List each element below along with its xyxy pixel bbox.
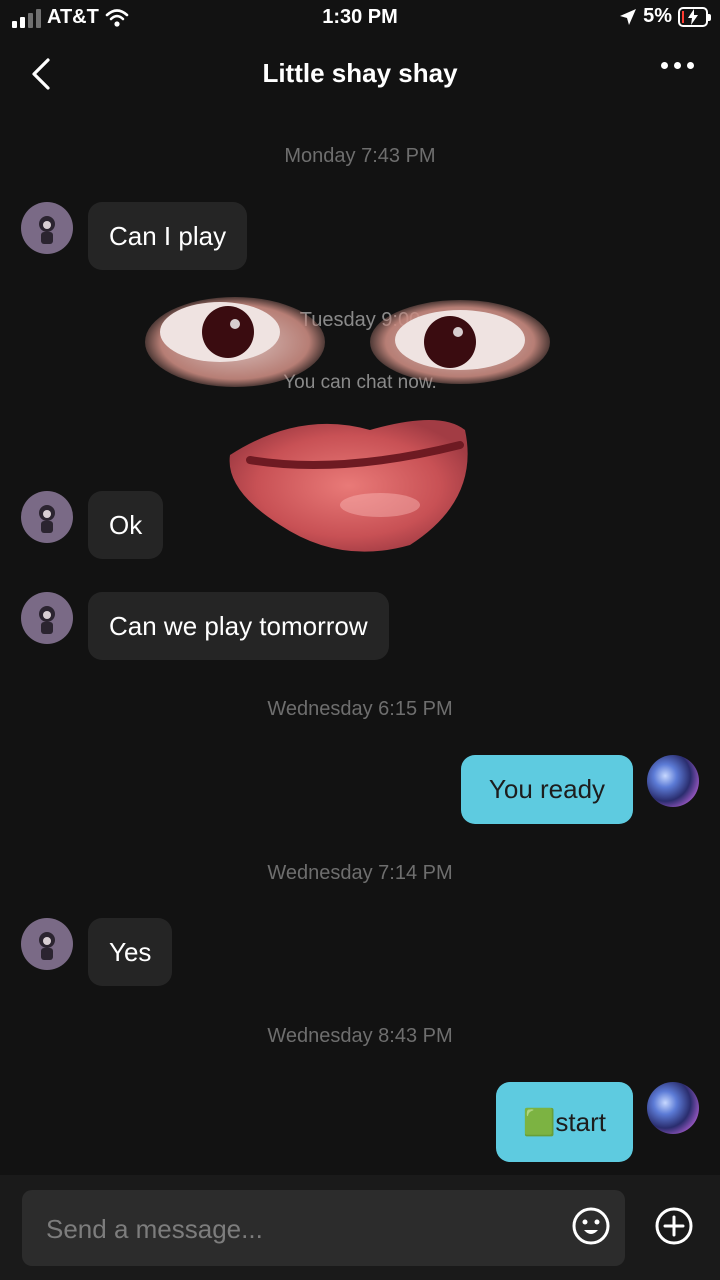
contact-avatar[interactable] — [21, 202, 73, 254]
message-input[interactable] — [44, 1190, 568, 1268]
timestamp: Wednesday 7:14 PM — [267, 862, 453, 884]
contact-avatar[interactable] — [21, 491, 73, 543]
plus-circle-icon — [655, 1207, 693, 1245]
message-composer — [0, 1175, 720, 1280]
contact-avatar[interactable] — [21, 918, 73, 970]
battery-icon — [678, 6, 711, 27]
more-options-button[interactable] — [661, 62, 694, 69]
dot-icon — [661, 62, 668, 69]
timestamp: Tuesday 9:00 — [299, 309, 421, 331]
clock: 1:30 PM — [322, 6, 398, 28]
right-status: 5% — [619, 5, 711, 28]
contact-avatar[interactable] — [21, 592, 73, 644]
incoming-message: Ok — [88, 491, 164, 559]
message-input-container — [22, 1190, 625, 1268]
emoji-button[interactable] — [571, 1206, 611, 1246]
incoming-message: Can we play tomorrow — [88, 592, 389, 660]
incoming-message: Yes — [88, 918, 173, 986]
incoming-message: Can I play — [88, 202, 248, 270]
user-avatar[interactable] — [647, 755, 699, 807]
outgoing-message-text: start — [555, 1106, 606, 1137]
outgoing-message: 🟩 start — [496, 1082, 633, 1162]
green-square-emoji: 🟩 — [523, 1106, 556, 1137]
timestamp: Monday 7:43 PM — [284, 145, 436, 167]
timestamp: Wednesday 8:43 PM — [267, 1025, 453, 1047]
emoji-icon — [572, 1207, 610, 1245]
timestamp: Wednesday 6:15 PM — [267, 698, 453, 720]
conversation-title: Little shay shay — [262, 58, 458, 88]
dot-icon — [674, 62, 681, 69]
add-attachment-button[interactable] — [654, 1206, 694, 1246]
status-bar: AT&T 1:30 PM 5% — [0, 0, 720, 38]
timestamp: Tu — [348, 434, 372, 456]
location-arrow-icon — [620, 8, 637, 25]
user-avatar[interactable] — [647, 1082, 699, 1134]
battery-percent: 5% — [643, 5, 672, 27]
outgoing-message: You ready — [461, 755, 633, 824]
chat-header: Little shay shay — [0, 40, 720, 110]
dot-icon — [687, 62, 694, 69]
system-notice: You can chat now. — [283, 372, 437, 393]
